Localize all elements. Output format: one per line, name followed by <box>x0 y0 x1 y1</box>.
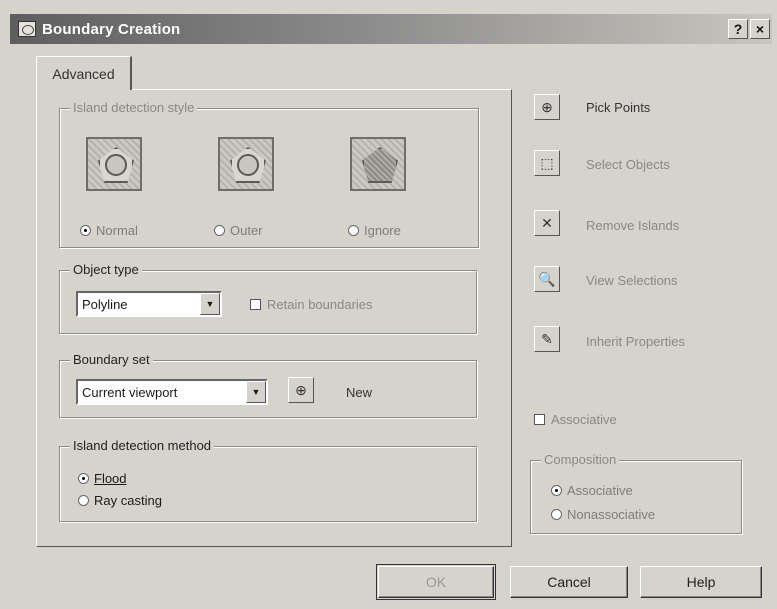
island-detection-method-group: Island detection method Flood Ray castin… <box>59 438 477 522</box>
window-title: Boundary Creation <box>42 20 181 38</box>
remove-islands-icon: ✕ <box>541 214 553 231</box>
boundary-set-legend: Boundary set <box>70 352 153 367</box>
view-selections-icon: 🔍 <box>538 270 556 287</box>
object-type-value: Polyline <box>82 296 128 312</box>
object-type-group: Object type Polyline ▼ Retain boundaries <box>59 262 477 334</box>
select-objects-button[interactable]: ⬚ <box>534 150 560 176</box>
inherit-properties-icon: ✎ <box>541 330 553 347</box>
chevron-down-icon[interactable]: ▼ <box>200 293 220 315</box>
radio-outer-indicator[interactable] <box>214 225 225 236</box>
object-type-select[interactable]: Polyline ▼ <box>76 291 222 317</box>
radio-ray-casting-label: Ray casting <box>94 493 162 508</box>
radio-normal[interactable]: Normal <box>80 223 138 238</box>
radio-normal-indicator[interactable] <box>80 225 91 236</box>
radio-ignore-label: Ignore <box>364 223 401 238</box>
radio-flood[interactable]: Flood <box>78 471 127 486</box>
select-objects-label: Select Objects <box>586 157 670 172</box>
radio-flood-indicator[interactable] <box>78 473 89 484</box>
composition-group: Composition Associative Nonassociative <box>530 452 742 534</box>
radio-ignore[interactable]: Ignore <box>348 223 401 238</box>
associative-label: Associative <box>551 412 617 427</box>
radio-ray-casting-indicator[interactable] <box>78 495 89 506</box>
composition-legend: Composition <box>541 452 620 467</box>
normal-preview-icon[interactable] <box>86 137 142 191</box>
radio-nonassociative[interactable]: Nonassociative <box>551 507 655 522</box>
object-type-legend: Object type <box>70 262 142 277</box>
radio-associative-label: Associative <box>567 483 633 498</box>
new-label: New <box>346 385 373 400</box>
radio-outer-label: Outer <box>230 223 263 238</box>
ok-button[interactable]: OK <box>376 564 496 600</box>
title-bar: Boundary Creation ? × <box>10 14 772 44</box>
boundary-set-group: Boundary set Current viewport ▼ ⊕ New <box>59 352 477 418</box>
retain-boundaries-checkbox[interactable]: Retain boundaries <box>250 297 373 312</box>
new-boundary-set-button[interactable]: ⊕ <box>288 377 314 403</box>
associative-checkbox[interactable]: Associative <box>534 412 617 427</box>
tab-advanced[interactable]: Advanced <box>36 56 132 90</box>
radio-ray-casting[interactable]: Ray casting <box>78 493 162 508</box>
app-icon <box>18 21 36 37</box>
help-button[interactable]: Help <box>640 566 762 598</box>
pick-points-button[interactable]: ⊕ <box>534 94 560 120</box>
radio-associative[interactable]: Associative <box>551 483 633 498</box>
boundary-set-select[interactable]: Current viewport ▼ <box>76 379 268 405</box>
view-selections-button[interactable]: 🔍 <box>534 266 560 292</box>
pick-points-label: Pick Points <box>586 100 651 115</box>
inherit-properties-label: Inherit Properties <box>586 334 685 349</box>
island-detection-method-legend: Island detection method <box>70 438 215 453</box>
chevron-down-icon[interactable]: ▼ <box>246 381 266 403</box>
radio-ignore-indicator[interactable] <box>348 225 359 236</box>
island-detection-style-legend: Island detection style <box>70 100 198 115</box>
radio-associative-indicator[interactable] <box>551 485 562 496</box>
advanced-tab-panel: Island detection style Normal Outer Igno… <box>36 89 512 547</box>
close-button[interactable]: × <box>750 19 770 39</box>
radio-outer[interactable]: Outer <box>214 223 263 238</box>
ignore-preview-icon[interactable] <box>350 137 406 191</box>
outer-preview-icon[interactable] <box>218 137 274 191</box>
cancel-button[interactable]: Cancel <box>510 566 628 598</box>
radio-nonassociative-indicator[interactable] <box>551 509 562 520</box>
select-objects-icon: ⬚ <box>540 154 554 171</box>
remove-islands-button[interactable]: ✕ <box>534 210 560 236</box>
associative-box[interactable] <box>534 414 545 425</box>
pick-cursor-icon: ⊕ <box>295 381 307 398</box>
boundary-set-value: Current viewport <box>82 384 178 400</box>
radio-normal-label: Normal <box>96 223 138 238</box>
retain-boundaries-label: Retain boundaries <box>267 297 373 312</box>
pick-points-icon: ⊕ <box>541 98 553 115</box>
radio-flood-label: Flood <box>94 471 127 486</box>
inherit-properties-button[interactable]: ✎ <box>534 326 560 352</box>
help-question-button[interactable]: ? <box>728 19 748 39</box>
island-detection-style-group: Island detection style Normal Outer Igno… <box>59 100 479 248</box>
view-selections-label: View Selections <box>586 273 678 288</box>
remove-islands-label: Remove Islands <box>586 218 680 233</box>
radio-nonassociative-label: Nonassociative <box>567 507 656 522</box>
retain-boundaries-box[interactable] <box>250 299 261 310</box>
